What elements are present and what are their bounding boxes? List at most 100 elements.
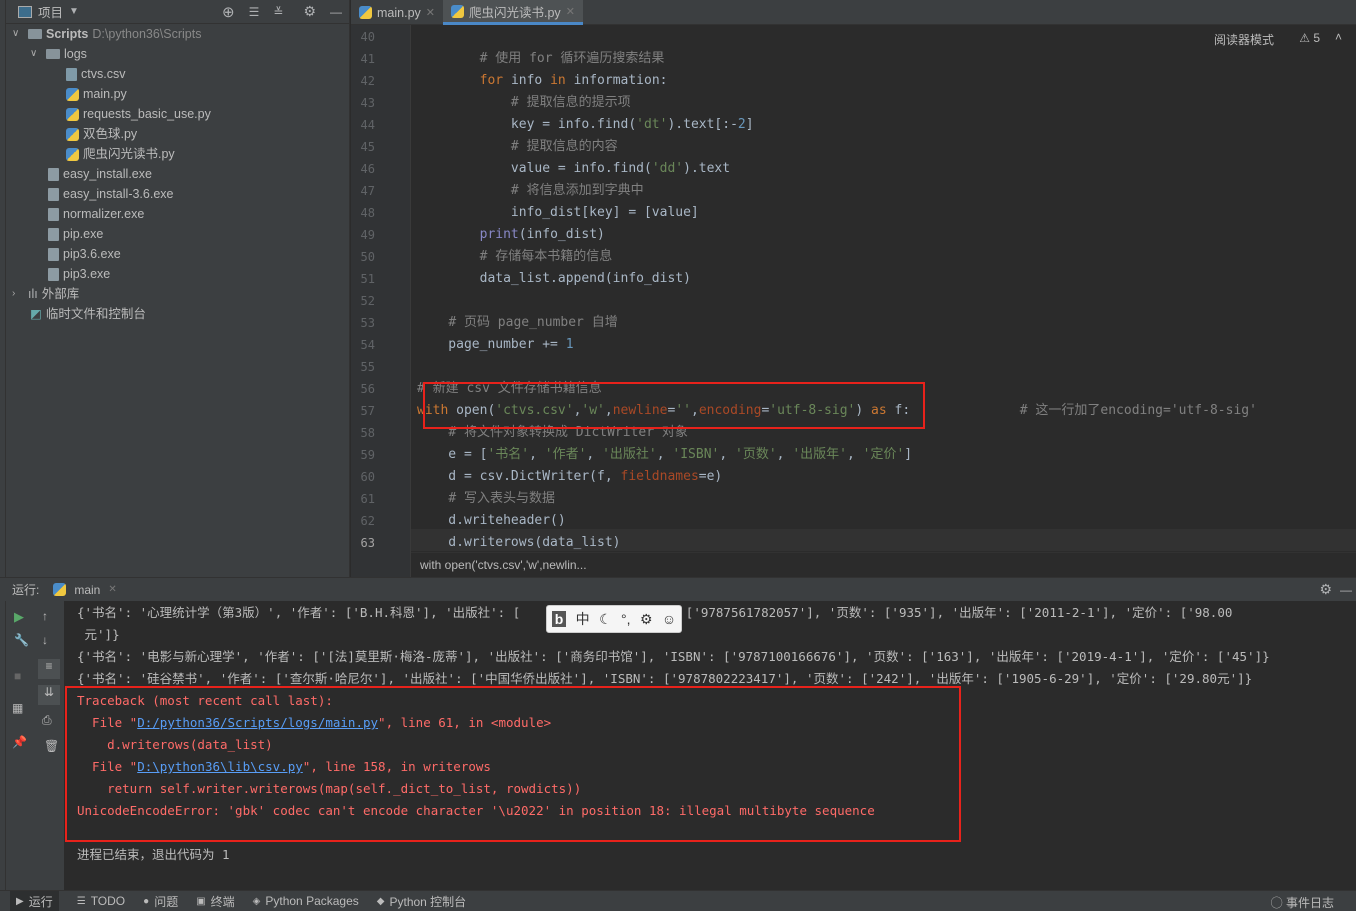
tree-item[interactable]: ctvs.csv xyxy=(66,64,125,84)
minimize-icon[interactable]: — xyxy=(1340,583,1352,597)
collapse-all-icon[interactable]: ≚ xyxy=(273,5,283,19)
tree-item[interactable]: pip3.6.exe xyxy=(48,244,121,264)
exe-file-icon xyxy=(48,227,59,241)
trash-icon[interactable]: 🗑 xyxy=(44,739,59,753)
project-title[interactable]: 项目 xyxy=(38,2,63,21)
python-file-icon xyxy=(66,87,79,101)
tree-item[interactable]: 双色球.py xyxy=(66,124,137,144)
breadcrumb[interactable]: with open('ctvs.csv','w',newlin... xyxy=(411,552,1356,577)
code-line[interactable]: d.writerows(data_list) xyxy=(417,532,620,554)
code-line[interactable]: # 写入表头与数据 xyxy=(417,488,555,510)
bottom-tab-0[interactable]: ▶ 运行 xyxy=(10,891,59,911)
line-number: 51 xyxy=(360,272,375,286)
chevron-right-icon[interactable]: › xyxy=(12,284,24,304)
pin-icon[interactable]: 📌 xyxy=(12,735,27,749)
gear-icon[interactable]: ⚙ xyxy=(303,3,316,20)
tree-item[interactable]: ∨ logs xyxy=(30,44,87,64)
run-tab-main[interactable]: main xyxy=(74,583,100,597)
emoji-icon[interactable]: ☺ xyxy=(662,611,676,627)
chevron-down-icon[interactable]: ▼ xyxy=(69,6,79,17)
moon-icon[interactable]: ☾ xyxy=(599,611,612,628)
tree-item[interactable]: easy_install-3.6.exe xyxy=(48,184,173,204)
bottom-tab-3[interactable]: ▣ 终端 xyxy=(196,893,234,910)
soft-wrap-icon[interactable]: ≡ xyxy=(38,659,60,679)
event-log-button[interactable]: ◯ 事件日志 xyxy=(1271,894,1334,911)
tree-item[interactable]: normalizer.exe xyxy=(48,204,144,224)
tree-item[interactable]: requests_basic_use.py xyxy=(66,104,211,124)
bottom-tab-5[interactable]: ◆ Python 控制台 xyxy=(377,893,466,910)
print-icon[interactable]: ⎙ xyxy=(42,713,52,728)
code-line[interactable]: # 使用 for 循环遍历搜索结果 xyxy=(417,48,665,70)
tree-item[interactable]: pip.exe xyxy=(48,224,103,244)
code-line[interactable]: e = ['书名', '作者', '出版社', 'ISBN', '页数', '出… xyxy=(417,444,912,466)
code-line[interactable]: data_list.append(info_dist) xyxy=(417,268,691,290)
output-line: {'书名': '电影与新心理学', '作者': ['[法]莫里斯·梅洛-庞蒂']… xyxy=(77,649,1270,664)
reader-mode-button[interactable]: 阅读器模式 xyxy=(1214,31,1274,48)
bottom-tab-2[interactable]: ● 问题 xyxy=(143,893,178,910)
code-line[interactable]: # 页码 page_number 自增 xyxy=(417,312,617,334)
gear-icon[interactable]: ⚙ xyxy=(640,611,653,628)
close-icon[interactable]: ✕ xyxy=(566,5,575,18)
tab-spider-py[interactable]: 爬虫闪光读书.py ✕ xyxy=(443,0,583,25)
layers-icon: ◈ xyxy=(252,895,261,907)
gear-icon[interactable]: ⚙ xyxy=(1319,581,1332,598)
exe-file-icon xyxy=(48,207,59,221)
punctuation-icon[interactable]: °, xyxy=(621,611,631,627)
tree-external-libs[interactable]: › ılı 外部库 xyxy=(12,284,79,304)
run-toolbar: ▶ ↑ 🔧 ↓ ≡ ■ ⇊ ▦ ⎙ 📌 🗑 xyxy=(6,601,64,890)
rerun-icon[interactable]: ▶ xyxy=(14,609,24,625)
editor-tabs: main.py ✕ 爬虫闪光读书.py ✕ xyxy=(351,0,1356,25)
ime-language-toggle[interactable]: 中 xyxy=(576,609,590,629)
project-view-icon xyxy=(18,5,32,18)
bing-icon[interactable]: b xyxy=(551,611,567,627)
code-line[interactable]: d.writeheader() xyxy=(417,510,565,532)
wrench-icon[interactable]: 🔧 xyxy=(14,633,29,647)
output-line: 元']} xyxy=(77,627,120,642)
code-line[interactable]: # 提取信息的提示项 xyxy=(417,92,631,114)
line-number: 50 xyxy=(360,250,375,264)
warning-icon: ● xyxy=(143,895,150,907)
exe-file-icon xyxy=(48,167,59,181)
bottom-tab-1[interactable]: ☰ TODO xyxy=(77,894,125,908)
line-number: 58 xyxy=(360,426,375,440)
line-number: 49 xyxy=(360,228,375,242)
arrow-up-icon[interactable]: ↑ xyxy=(42,609,48,623)
python-run-icon xyxy=(53,583,67,596)
code-line[interactable]: # 将信息添加到字典中 xyxy=(417,180,644,202)
bottom-tab-4[interactable]: ◈ Python Packages xyxy=(253,894,359,908)
code-line[interactable]: info_dist[key] = [value] xyxy=(417,202,699,224)
chevron-down-icon[interactable]: ∨ xyxy=(12,24,24,44)
bottom-tool-bar: ▶ 运行 ☰ TODO ● 问题 ▣ 终端 ◈ Python Packages ◆ Python 控制… xyxy=(0,890,1356,911)
line-number: 52 xyxy=(360,294,375,308)
line-number: 41 xyxy=(360,52,375,66)
tree-item[interactable]: pip3.exe xyxy=(48,264,110,284)
line-number: 56 xyxy=(360,382,375,396)
layout-icon[interactable]: ▦ xyxy=(12,701,23,715)
line-number: 55 xyxy=(360,360,375,374)
chevron-down-icon[interactable]: ∨ xyxy=(30,44,42,64)
stop-icon[interactable]: ■ xyxy=(14,669,21,683)
code-line[interactable]: page_number += 1 xyxy=(417,334,573,356)
tree-item[interactable]: easy_install.exe xyxy=(48,164,152,184)
tree-item[interactable]: 爬虫闪光读书.py xyxy=(66,144,175,164)
locate-icon[interactable]: ⊕ xyxy=(222,3,235,21)
tree-root-scripts[interactable]: ∨ Scripts D:\python36\Scripts xyxy=(12,24,201,44)
tree-item[interactable]: main.py xyxy=(66,84,127,104)
code-line[interactable]: key = info.find('dt').text[:-2] xyxy=(417,114,754,136)
tree-scratches[interactable]: ◩ 临时文件和控制台 xyxy=(30,304,146,324)
expand-all-icon[interactable]: ☰ xyxy=(249,5,260,19)
close-icon[interactable]: ✕ xyxy=(108,584,116,595)
code-line[interactable]: # 存储每本书籍的信息 xyxy=(417,246,613,268)
minimize-icon[interactable]: — xyxy=(330,5,342,19)
code-line[interactable]: # 提取信息的内容 xyxy=(417,136,618,158)
scroll-to-end-icon[interactable]: ⇊ xyxy=(38,685,60,705)
code-line[interactable]: print(info_dist) xyxy=(417,224,605,246)
code-line[interactable]: d = csv.DictWriter(f, fieldnames=e) xyxy=(417,466,722,488)
tab-main-py[interactable]: main.py ✕ xyxy=(351,0,443,25)
arrow-down-icon[interactable]: ↓ xyxy=(42,633,48,647)
chevron-up-icon[interactable]: ˄ xyxy=(1335,30,1342,44)
code-line[interactable]: value = info.find('dd').text xyxy=(417,158,730,180)
close-icon[interactable]: ✕ xyxy=(426,6,435,19)
code-line[interactable]: for info in information: xyxy=(417,70,668,92)
warnings-indicator[interactable]: ⚠ 5 xyxy=(1299,31,1320,45)
